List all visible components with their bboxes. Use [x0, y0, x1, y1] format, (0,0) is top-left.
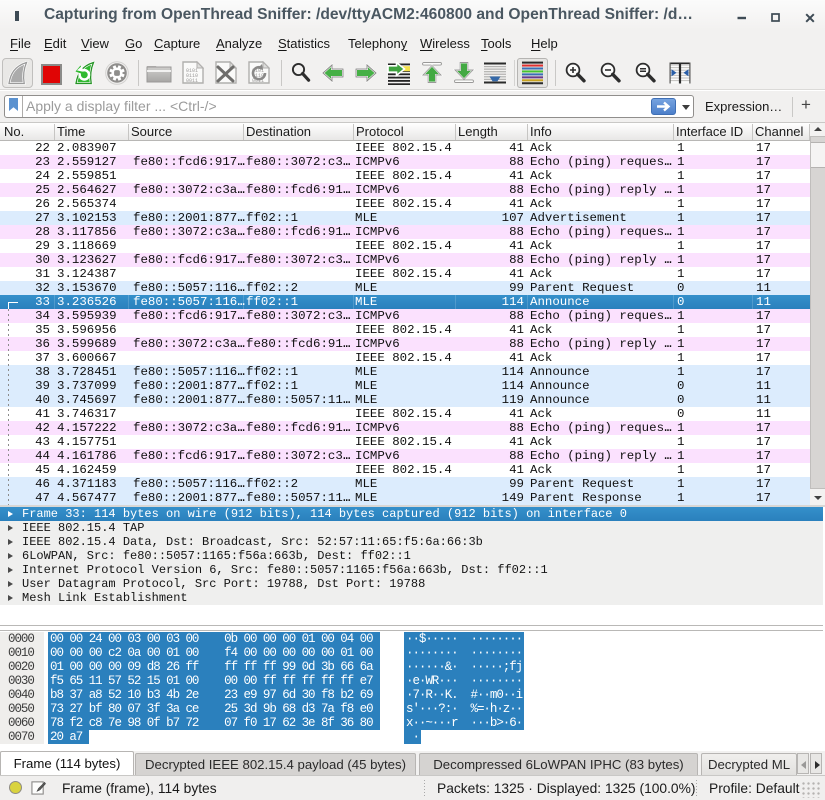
svg-text:0011: 0011	[186, 78, 198, 84]
